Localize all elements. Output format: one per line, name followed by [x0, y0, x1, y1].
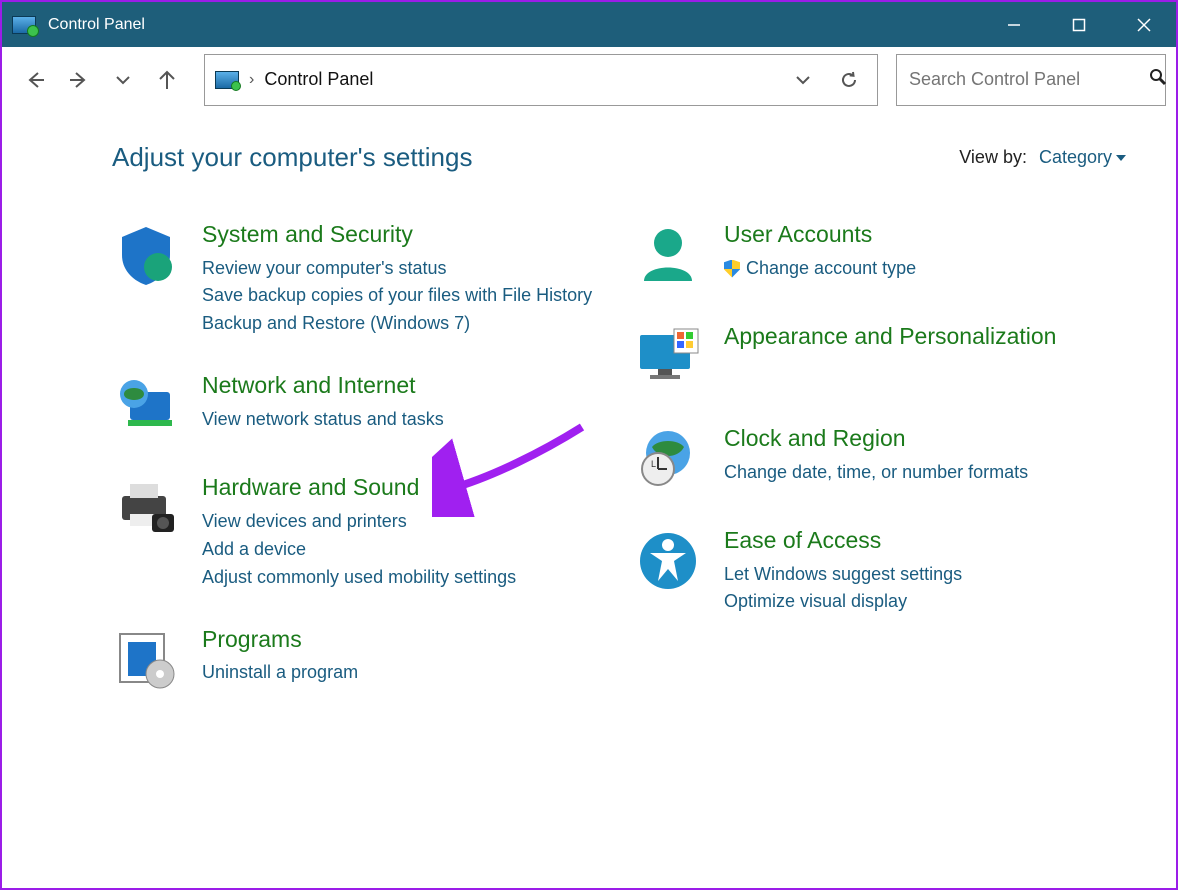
- up-button[interactable]: [148, 61, 186, 99]
- back-button[interactable]: [16, 61, 54, 99]
- category-link[interactable]: Let Windows suggest settings: [724, 561, 962, 589]
- category-link[interactable]: Adjust commonly used mobility settings: [202, 564, 516, 592]
- category-title[interactable]: Appearance and Personalization: [724, 323, 1056, 351]
- clock-globe-icon: L: [634, 425, 702, 493]
- accessibility-icon: [634, 527, 702, 595]
- category-network: Network and Internet View network status…: [112, 372, 604, 440]
- refresh-button[interactable]: [831, 62, 867, 98]
- titlebar: Control Panel: [2, 2, 1176, 47]
- category-link[interactable]: Change account type: [724, 255, 916, 283]
- category-title[interactable]: Ease of Access: [724, 527, 962, 555]
- view-by-dropdown[interactable]: Category: [1039, 147, 1126, 168]
- address-dropdown-button[interactable]: [785, 62, 821, 98]
- category-title[interactable]: Network and Internet: [202, 372, 444, 400]
- programs-icon: [112, 626, 180, 694]
- control-panel-icon: [12, 16, 36, 34]
- content-area: Adjust your computer's settings View by:…: [2, 112, 1176, 728]
- chevron-down-icon: [1116, 155, 1126, 161]
- category-title[interactable]: User Accounts: [724, 221, 916, 249]
- page-heading: Adjust your computer's settings: [112, 142, 472, 173]
- category-hardware: Hardware and Sound View devices and prin…: [112, 474, 604, 591]
- category-link[interactable]: Add a device: [202, 536, 516, 564]
- category-system-security: System and Security Review your computer…: [112, 221, 604, 338]
- user-icon: [634, 221, 702, 289]
- maximize-button[interactable]: [1046, 2, 1111, 47]
- category-appearance: Appearance and Personalization: [634, 323, 1126, 391]
- monitor-icon: [634, 323, 702, 391]
- uac-shield-icon: [724, 260, 740, 278]
- address-path: Control Panel: [264, 69, 373, 90]
- category-title[interactable]: System and Security: [202, 221, 592, 249]
- search-input[interactable]: [909, 69, 1141, 90]
- category-clock: L Clock and Region Change date, time, or…: [634, 425, 1126, 493]
- chevron-right-icon: ›: [249, 71, 254, 89]
- search-icon[interactable]: [1149, 68, 1167, 91]
- category-link[interactable]: Optimize visual display: [724, 588, 962, 616]
- view-by: View by: Category: [959, 147, 1126, 168]
- svg-text:L: L: [651, 459, 656, 469]
- view-by-label: View by:: [959, 147, 1027, 168]
- category-link[interactable]: View network status and tasks: [202, 406, 444, 434]
- category-link[interactable]: Review your computer's status: [202, 255, 592, 283]
- category-link[interactable]: Save backup copies of your files with Fi…: [202, 282, 592, 310]
- close-button[interactable]: [1111, 2, 1176, 47]
- category-link[interactable]: Backup and Restore (Windows 7): [202, 310, 592, 338]
- address-bar[interactable]: › Control Panel: [204, 54, 878, 106]
- printer-icon: [112, 474, 180, 542]
- category-link[interactable]: Change date, time, or number formats: [724, 459, 1028, 487]
- category-title[interactable]: Hardware and Sound: [202, 474, 516, 502]
- window-title: Control Panel: [48, 16, 145, 34]
- recent-locations-button[interactable]: [104, 61, 142, 99]
- category-title[interactable]: Programs: [202, 626, 358, 654]
- shield-icon: [112, 221, 180, 289]
- category-title[interactable]: Clock and Region: [724, 425, 1028, 453]
- category-programs: Programs Uninstall a program: [112, 626, 604, 694]
- view-by-value: Category: [1039, 147, 1112, 168]
- search-box[interactable]: [896, 54, 1166, 106]
- toolbar: › Control Panel: [2, 47, 1176, 112]
- control-panel-icon: [215, 71, 239, 89]
- forward-button[interactable]: [60, 61, 98, 99]
- category-ease-of-access: Ease of Access Let Windows suggest setti…: [634, 527, 1126, 616]
- minimize-button[interactable]: [981, 2, 1046, 47]
- category-user-accounts: User Accounts Change account type: [634, 221, 1126, 289]
- category-link[interactable]: View devices and printers: [202, 508, 516, 536]
- category-link[interactable]: Uninstall a program: [202, 659, 358, 687]
- network-icon: [112, 372, 180, 440]
